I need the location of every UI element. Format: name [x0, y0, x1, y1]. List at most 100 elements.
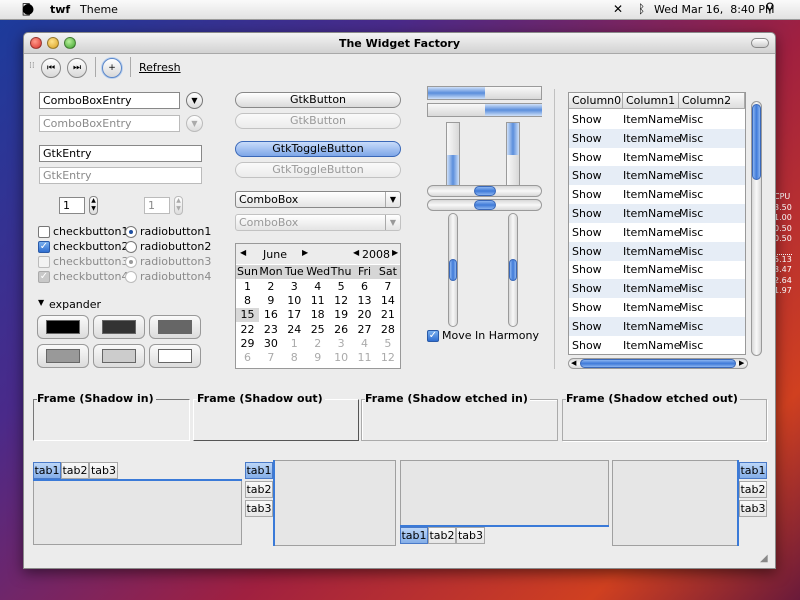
calendar-day[interactable]: 10	[283, 294, 306, 308]
tab-left-2[interactable]: tab2	[245, 481, 273, 498]
calendar-day[interactable]: 16	[259, 308, 282, 322]
table-row[interactable]: Show ItemName Misc	[569, 336, 745, 354]
prev-month-icon[interactable]: ◀	[240, 248, 246, 257]
color-swatch-button[interactable]	[37, 315, 89, 339]
calendar-day[interactable]: 29	[236, 337, 259, 351]
tab-right-1[interactable]: tab1	[739, 462, 767, 479]
calendar-day[interactable]: 13	[353, 294, 376, 308]
scale-thumb[interactable]	[474, 200, 496, 210]
calendar-day[interactable]: 18	[306, 308, 329, 322]
calendar-day[interactable]: 17	[283, 308, 306, 322]
calendar-day[interactable]: 7	[259, 351, 282, 365]
menu-clock[interactable]: Wed Mar 16, 8:40 PM	[654, 3, 775, 16]
table-row[interactable]: Show ItemName Misc	[569, 241, 745, 261]
calendar-day[interactable]: 7	[376, 280, 399, 294]
combo-entry-dropdown-button[interactable]: ▼	[186, 92, 203, 109]
go-last-button[interactable]: ⏭	[67, 58, 87, 78]
expander-label[interactable]: expander	[49, 298, 101, 311]
expander-arrow-icon[interactable]: ▼	[38, 298, 44, 307]
calendar-day[interactable]: 4	[353, 337, 376, 351]
table-row[interactable]: Show ItemName Misc	[569, 148, 745, 167]
spin-button-arrows[interactable]: ▲ ▼	[89, 196, 98, 215]
gtk-entry[interactable]: GtkEntry	[39, 145, 202, 162]
table-row[interactable]: Show ItemName Misc	[569, 204, 745, 223]
calendar-day[interactable]: 22	[236, 323, 259, 337]
table-row[interactable]: Show ItemName Misc	[569, 260, 745, 279]
tab-right-2[interactable]: tab2	[739, 481, 767, 498]
radiobutton1[interactable]	[125, 226, 137, 238]
combo-box-arrow-icon[interactable]: ▼	[385, 192, 400, 207]
calendar-day[interactable]: 5	[330, 280, 353, 294]
color-swatch-button[interactable]	[149, 344, 201, 368]
tab-bottom-3[interactable]: tab3	[456, 527, 485, 544]
tab-bottom-1[interactable]: tab1	[400, 527, 428, 544]
vertical-scale-2[interactable]	[508, 213, 518, 327]
horizontal-scale-1[interactable]	[427, 185, 542, 197]
calendar-day[interactable]: 1	[283, 337, 306, 351]
column-header-0[interactable]: Column0	[569, 93, 623, 109]
app-menu[interactable]: twf	[50, 3, 70, 16]
refresh-button[interactable]: Refresh	[139, 61, 181, 74]
calendar-day[interactable]: 8	[236, 294, 259, 308]
horizontal-scale-2[interactable]	[427, 199, 542, 211]
calendar-day[interactable]: 12	[376, 351, 399, 365]
calendar-day[interactable]: 14	[376, 294, 399, 308]
calendar-day[interactable]: 10	[330, 351, 353, 365]
apple-logo-icon[interactable]: ●	[22, 1, 34, 17]
calendar-day[interactable]: 6	[353, 280, 376, 294]
gtk-button[interactable]: GtkButton	[235, 92, 401, 108]
tree-vertical-scrollbar-thumb[interactable]	[752, 104, 761, 180]
menu-theme[interactable]: Theme	[80, 3, 118, 16]
tree-horizontal-scrollbar-thumb[interactable]	[580, 359, 736, 368]
calendar-day[interactable]: 26	[330, 323, 353, 337]
gtk-toggle-button[interactable]: GtkToggleButton	[235, 141, 401, 157]
color-swatch-button[interactable]	[149, 315, 201, 339]
zoom-window-button[interactable]	[64, 37, 76, 49]
tree-view[interactable]: Column0 Column1 Column2 Show ItemName Misc…	[568, 92, 746, 355]
volume-muted-icon[interactable]: ✕	[613, 2, 623, 16]
scroll-right-icon[interactable]: ▶	[739, 359, 744, 367]
add-button[interactable]: +	[102, 58, 122, 78]
tab-top-2[interactable]: tab2	[61, 462, 89, 479]
vertical-scale-1[interactable]	[448, 213, 458, 327]
tab-right-3[interactable]: tab3	[739, 500, 767, 517]
calendar-day[interactable]: 2	[259, 280, 282, 294]
calendar-day[interactable]: 8	[283, 351, 306, 365]
close-window-button[interactable]	[30, 37, 42, 49]
combo-entry-field[interactable]: ComboBoxEntry	[39, 92, 180, 109]
tab-top-1[interactable]: tab1	[33, 462, 61, 479]
calendar-day[interactable]: 21	[376, 308, 399, 322]
table-row[interactable]: Show ItemName Misc	[569, 166, 745, 186]
scale-thumb[interactable]	[474, 186, 496, 196]
combo-box[interactable]: ComboBox ▼	[235, 191, 401, 208]
tab-top-3[interactable]: tab3	[89, 462, 118, 479]
calendar-day[interactable]: 3	[283, 280, 306, 294]
next-month-icon[interactable]: ▶	[302, 248, 308, 257]
calendar-day[interactable]: 3	[330, 337, 353, 351]
table-row[interactable]: Show ItemName Misc	[569, 128, 745, 148]
scale-thumb[interactable]	[449, 259, 457, 281]
checkbutton1[interactable]	[38, 226, 50, 238]
next-year-icon[interactable]: ▶	[392, 248, 398, 257]
calendar-day[interactable]: 23	[259, 323, 282, 337]
calendar-day[interactable]: 9	[259, 294, 282, 308]
calendar-day[interactable]: 25	[306, 323, 329, 337]
calendar-day[interactable]: 27	[353, 323, 376, 337]
tab-left-1[interactable]: tab1	[245, 462, 273, 479]
calendar-day[interactable]: 24	[283, 323, 306, 337]
color-swatch-button[interactable]	[93, 315, 145, 339]
checkbutton2[interactable]: ✓	[38, 241, 50, 253]
table-row[interactable]: Show ItemName Misc	[569, 223, 745, 242]
table-row[interactable]: Show ItemName Misc	[569, 185, 745, 204]
table-row[interactable]: Show ItemName Misc	[569, 316, 745, 336]
table-row[interactable]: Show ItemName Misc	[569, 298, 745, 317]
move-in-harmony-checkbox[interactable]: ✓	[427, 330, 439, 342]
table-row[interactable]: Show ItemName Misc	[569, 279, 745, 299]
bluetooth-icon[interactable]: ᛒ	[638, 2, 645, 16]
calendar-day[interactable]: 28	[376, 323, 399, 337]
calendar-day[interactable]: 11	[306, 294, 329, 308]
calendar-day[interactable]: 19	[330, 308, 353, 322]
calendar-day[interactable]: 1	[236, 280, 259, 294]
calendar-day[interactable]: 30	[259, 337, 282, 351]
resize-grip-icon[interactable]: ◢	[760, 553, 768, 564]
